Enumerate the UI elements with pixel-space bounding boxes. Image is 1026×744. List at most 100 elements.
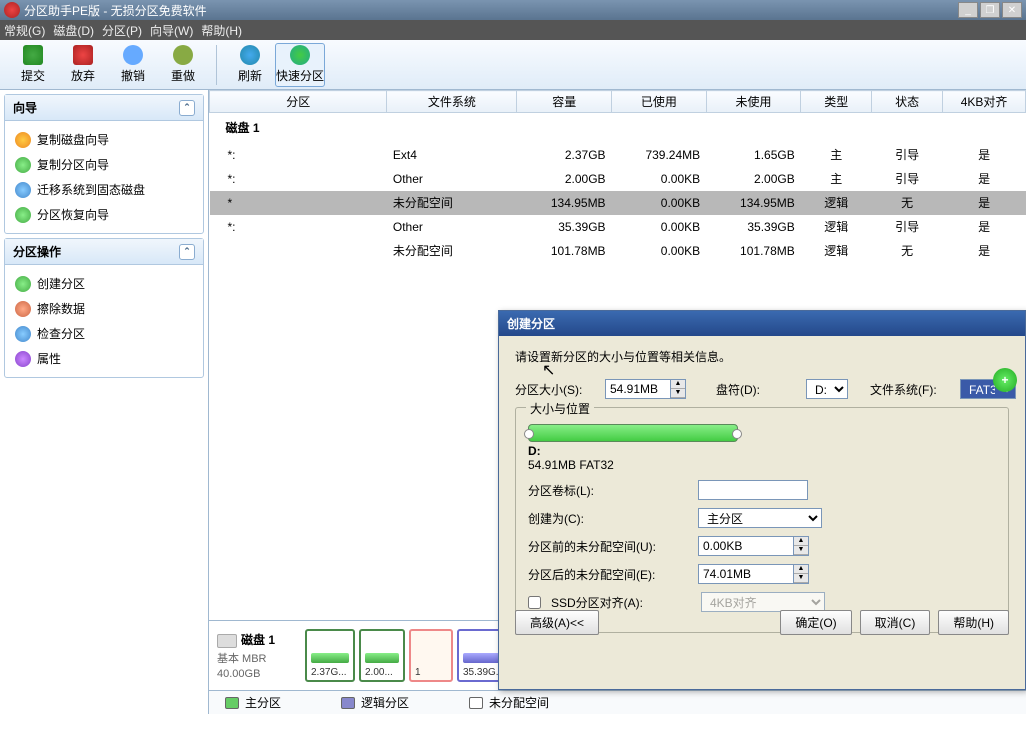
disk-header-row[interactable]: 磁盘 1 [210, 113, 1026, 143]
col-used[interactable]: 已使用 [612, 91, 707, 113]
menu-general[interactable]: 常规(G) [4, 22, 45, 39]
table-row[interactable]: *未分配空间134.95MB0.00KB134.95MB逻辑无是 [210, 191, 1026, 215]
collapse-icon[interactable]: ⌃ [179, 244, 195, 260]
disk-name: 磁盘 1 [241, 633, 275, 647]
check-icon [15, 326, 31, 342]
table-row[interactable]: 未分配空间101.78MB0.00KB101.78MB逻辑无是 [210, 239, 1026, 263]
before-input[interactable] [698, 536, 794, 556]
col-status[interactable]: 状态 [872, 91, 943, 113]
size-slider[interactable] [528, 424, 738, 442]
slider-handle-left[interactable] [524, 429, 534, 439]
after-input[interactable] [698, 564, 794, 584]
size-label: 分区大小(S): [515, 381, 595, 398]
dialog-title[interactable]: 创建分区 [499, 311, 1025, 336]
col-partition[interactable]: 分区 [210, 91, 387, 113]
undo-icon [123, 45, 143, 65]
app-icon [4, 2, 20, 18]
table-row[interactable]: *:Other35.39GB0.00KB35.39GB逻辑引导是 [210, 215, 1026, 239]
create-partition-item[interactable]: 创建分区 [9, 271, 199, 296]
disk-block[interactable]: 2.00... [359, 629, 405, 682]
disk-type: 基本 MBR [217, 650, 297, 666]
disk-block[interactable]: 1 [409, 629, 453, 682]
disk-icon [217, 634, 237, 648]
recovery-wizard[interactable]: 分区恢复向导 [9, 202, 199, 227]
ops-panel-title: 分区操作 [13, 243, 61, 260]
wizard-panel: 向导 ⌃ 复制磁盘向导 复制分区向导 迁移系统到固态磁盘 分区恢复向导 [4, 94, 204, 234]
wipe-data-item[interactable]: 擦除数据 [9, 296, 199, 321]
ssd-select: 4KB对齐 [701, 592, 825, 612]
disk-size: 40.00GB [217, 668, 297, 680]
recovery-icon [15, 207, 31, 223]
menu-wizard[interactable]: 向导(W) [150, 22, 193, 39]
slider-handle-right[interactable] [732, 429, 742, 439]
properties-item[interactable]: 属性 [9, 346, 199, 371]
quick-partition-button[interactable]: 快速分区 [275, 43, 325, 87]
create-as-select[interactable]: 主分区 [698, 508, 822, 528]
menu-disk[interactable]: 磁盘(D) [53, 22, 94, 39]
copy-part-icon [15, 157, 31, 173]
legend-free-box [469, 697, 483, 709]
size-down[interactable]: ▼ [671, 389, 685, 398]
size-input[interactable] [605, 379, 671, 399]
col-capacity[interactable]: 容量 [517, 91, 612, 113]
sidebar: 向导 ⌃ 复制磁盘向导 复制分区向导 迁移系统到固态磁盘 分区恢复向导 分区操作 ⌃… [0, 90, 208, 714]
ok-button[interactable]: 确定(O) [780, 610, 851, 635]
drive-select[interactable]: D: [806, 379, 848, 399]
redo-icon [173, 45, 193, 65]
drive-label: 盘符(D): [716, 381, 796, 398]
col-free[interactable]: 未使用 [706, 91, 801, 113]
ops-panel: 分区操作 ⌃ 创建分区 擦除数据 检查分区 属性 [4, 238, 204, 378]
refresh-icon [240, 45, 260, 65]
minimize-button[interactable]: _ [958, 2, 978, 18]
size-position-legend: 大小与位置 [526, 400, 594, 417]
menu-bar: 常规(G) 磁盘(D) 分区(P) 向导(W) 帮助(H) [0, 20, 1026, 40]
col-align[interactable]: 4KB对齐 [943, 91, 1026, 113]
create-partition-dialog: 创建分区 + 请设置新分区的大小与位置等相关信息。 分区大小(S): ▲▼ 盘符… [498, 310, 1026, 690]
legend: 主分区 逻辑分区 未分配空间 [209, 690, 1026, 714]
copy-disk-icon [15, 132, 31, 148]
check-partition-item[interactable]: 检查分区 [9, 321, 199, 346]
after-label: 分区后的未分配空间(E): [528, 566, 688, 583]
legend-logical-box [341, 697, 355, 709]
undo-button[interactable]: 撤销 [108, 43, 158, 87]
copy-partition-wizard[interactable]: 复制分区向导 [9, 152, 199, 177]
create-icon [15, 276, 31, 292]
redo-button[interactable]: 重做 [158, 43, 208, 87]
partition-table: 分区 文件系统 容量 已使用 未使用 类型 状态 4KB对齐 磁盘 1 *:Ex… [209, 90, 1026, 263]
table-row[interactable]: *:Ext42.37GB739.24MB1.65GB主引导是 [210, 143, 1026, 167]
close-button[interactable]: ✕ [1002, 2, 1022, 18]
ssd-checkbox[interactable] [528, 596, 541, 609]
size-up[interactable]: ▲ [671, 380, 685, 389]
props-icon [15, 351, 31, 367]
refresh-button[interactable]: 刷新 [225, 43, 275, 87]
col-filesystem[interactable]: 文件系统 [387, 91, 517, 113]
wizard-panel-title: 向导 [13, 99, 37, 116]
quick-icon [290, 45, 310, 65]
migrate-ssd-wizard[interactable]: 迁移系统到固态磁盘 [9, 177, 199, 202]
maximize-button[interactable]: ❐ [980, 2, 1000, 18]
cancel-button[interactable]: 取消(C) [860, 610, 931, 635]
disk-block[interactable]: 2.37G... [305, 629, 355, 682]
volume-label: 分区卷标(L): [528, 482, 688, 499]
before-label: 分区前的未分配空间(U): [528, 538, 688, 555]
commit-button[interactable]: 提交 [8, 43, 58, 87]
menu-partition[interactable]: 分区(P) [102, 22, 142, 39]
title-bar: 分区助手PE版 - 无损分区免费软件 _ ❐ ✕ [0, 0, 1026, 20]
app-title: 分区助手PE版 - 无损分区免费软件 [24, 2, 207, 19]
collapse-icon[interactable]: ⌃ [179, 100, 195, 116]
discard-button[interactable]: 放弃 [58, 43, 108, 87]
legend-primary-box [225, 697, 239, 709]
toolbar: 提交 放弃 撤销 重做 刷新 快速分区 [0, 40, 1026, 90]
copy-disk-wizard[interactable]: 复制磁盘向导 [9, 127, 199, 152]
volume-input[interactable] [698, 480, 808, 500]
advanced-button[interactable]: 高级(A)<< [515, 610, 599, 635]
migrate-icon [15, 182, 31, 198]
wipe-icon [15, 301, 31, 317]
help-button[interactable]: 帮助(H) [938, 610, 1009, 635]
col-type[interactable]: 类型 [801, 91, 872, 113]
table-row[interactable]: *:Other2.00GB0.00KB2.00GB主引导是 [210, 167, 1026, 191]
ssd-label: SSD分区对齐(A): [551, 594, 691, 611]
add-icon: + [993, 368, 1017, 392]
menu-help[interactable]: 帮助(H) [201, 22, 242, 39]
fs-label: 文件系统(F): [870, 381, 950, 398]
